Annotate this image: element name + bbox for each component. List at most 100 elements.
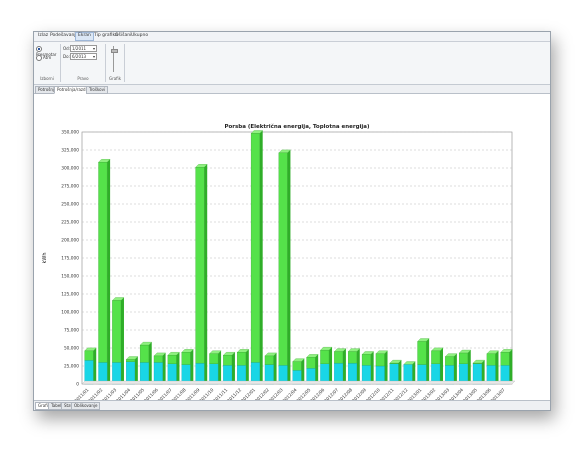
bar-side-face — [398, 360, 402, 384]
y-tick-label: 125,000 — [61, 292, 79, 298]
y-tick-label: 150,000 — [61, 274, 79, 280]
bar-side-face — [370, 351, 374, 384]
bar-side-face — [453, 353, 457, 384]
y-tick-label: 250,000 — [61, 202, 79, 208]
bar-side-face — [245, 349, 249, 384]
x-tick-label: 2011/01 — [73, 387, 90, 400]
radio-dot-icon — [36, 55, 42, 61]
bar-side-face — [218, 350, 222, 384]
y-tick-label: 75,000 — [64, 328, 79, 334]
bar-toplotna — [223, 355, 233, 366]
bar-toplotna — [320, 350, 330, 364]
bar-elektricna — [139, 362, 149, 385]
view-tabs: Potrošnja Potrošnja/razd Troškovi — [34, 85, 550, 94]
bar-toplotna — [306, 357, 316, 369]
bar-side-face — [120, 297, 124, 384]
y-tick-label: 100,000 — [61, 310, 79, 316]
bar-toplotna — [98, 162, 108, 363]
bar-side-face — [176, 352, 180, 384]
menu-item-ukupno[interactable]: Ukupno — [129, 33, 150, 38]
tab-troskovi[interactable]: Troškovi — [86, 86, 109, 94]
to-select[interactable]: 6/2013 ▾ — [70, 53, 97, 60]
bar-side-face — [356, 348, 360, 384]
slider-handle[interactable] — [111, 49, 118, 53]
x-tick-label: 2012/06 — [309, 387, 326, 400]
radio-atm[interactable]: Atm — [36, 55, 51, 61]
bar-toplotna — [167, 355, 177, 364]
bar-side-face — [287, 149, 291, 384]
x-tick-label: 2011/09 — [184, 387, 201, 400]
menu-bar: Izlaz Podešavanja Ekran Tip grafika Ošiš… — [34, 32, 550, 42]
y-tick-label: 225,000 — [61, 220, 79, 226]
bar-toplotna — [348, 351, 357, 364]
bar-side-face — [342, 348, 346, 384]
bar-toplotna — [459, 352, 468, 364]
bar-toplotna — [292, 361, 302, 371]
ribbon-group-grafik: Grafik — [106, 44, 125, 82]
bottom-tabs: Grafik Tabela Stav Oblikovanje — [34, 400, 550, 410]
bar-toplotna — [153, 355, 163, 363]
x-tick-label: 2012/05 — [295, 387, 312, 400]
x-tick-label: 2012/09 — [351, 387, 368, 400]
x-tick-label: 2013/05 — [462, 387, 479, 400]
bar-side-face — [495, 350, 499, 384]
bar-toplotna — [84, 350, 94, 361]
bar-side-face — [204, 164, 208, 384]
chevron-down-icon: ▾ — [92, 54, 95, 59]
bar-toplotna — [250, 133, 260, 363]
bar-toplotna — [126, 359, 135, 362]
y-tick-label: 325,000 — [61, 148, 79, 154]
y-tick-label: 25,000 — [64, 364, 79, 370]
bar-toplotna — [264, 355, 274, 365]
x-tick-label: 2013/06 — [476, 387, 493, 400]
x-tick-label: 2013/02 — [420, 387, 437, 400]
from-select[interactable]: 1/2011 ▾ — [70, 45, 97, 52]
bar-side-face — [231, 352, 235, 384]
x-tick-label: 2012/02 — [254, 387, 271, 400]
ribbon-group-label: Grafik — [108, 76, 122, 81]
x-tick-label: 2013/07 — [490, 387, 507, 400]
bar-toplotna — [181, 352, 191, 365]
y-tick-label: 300,000 — [61, 166, 79, 172]
bar-toplotna — [486, 353, 496, 366]
bar-elektricna — [250, 362, 260, 385]
tab-oblikovanje[interactable]: Oblikovanje — [71, 402, 101, 410]
bar-toplotna — [237, 352, 246, 366]
x-tick-label: 2011/04 — [115, 387, 132, 400]
bar-chart: Porsba (Električna energija, Toplotna en… — [42, 123, 516, 425]
bar-elektricna — [98, 362, 108, 385]
y-tick-label: 50,000 — [64, 346, 79, 352]
app-window: Izlaz Podešavanja Ekran Tip grafika Ošiš… — [33, 31, 551, 425]
bar-toplotna — [361, 354, 371, 366]
bar-elektricna — [153, 362, 163, 385]
tab-potrosnja-razd[interactable]: Potrošnja/razd — [54, 86, 89, 94]
y-tick-label: 0 — [76, 382, 79, 388]
bar-side-face — [412, 361, 416, 384]
ribbon-toolbar: Presmotar Atm Izborni Od: 1/2011 ▾ Do: 6/… — [34, 42, 550, 85]
bar-side-face — [273, 352, 277, 384]
x-tick-label: 2012/10 — [365, 387, 382, 400]
x-tick-label: 2011/07 — [157, 387, 174, 400]
bar-side-face — [315, 354, 319, 384]
x-tick-label: 2013/03 — [434, 387, 451, 400]
x-tick-label: 2011/05 — [129, 387, 146, 400]
to-label: Do: — [63, 54, 70, 59]
bar-toplotna — [195, 167, 205, 364]
bar-side-face — [148, 342, 152, 384]
ribbon-group-izborni: Presmotar Atm Izborni — [34, 44, 61, 82]
chevron-down-icon: ▾ — [92, 46, 95, 51]
bar-toplotna — [112, 300, 122, 363]
bar-toplotna — [445, 356, 455, 366]
bar-side-face — [134, 356, 138, 384]
bar-side-face — [107, 159, 111, 384]
ribbon-group-pravo: Od: 1/2011 ▾ Do: 6/2013 ▾ Pravo — [61, 44, 106, 82]
bar-toplotna — [139, 344, 149, 363]
x-tick-label: 2012/08 — [337, 387, 354, 400]
x-tick-label: 2013/04 — [448, 387, 465, 400]
bar-toplotna — [417, 341, 427, 365]
bar-side-face — [426, 338, 430, 384]
y-tick-label: 175,000 — [61, 256, 79, 262]
bar-elektricna — [84, 360, 94, 385]
bar-toplotna — [472, 362, 482, 364]
x-tick-label: 2012/07 — [323, 387, 340, 400]
